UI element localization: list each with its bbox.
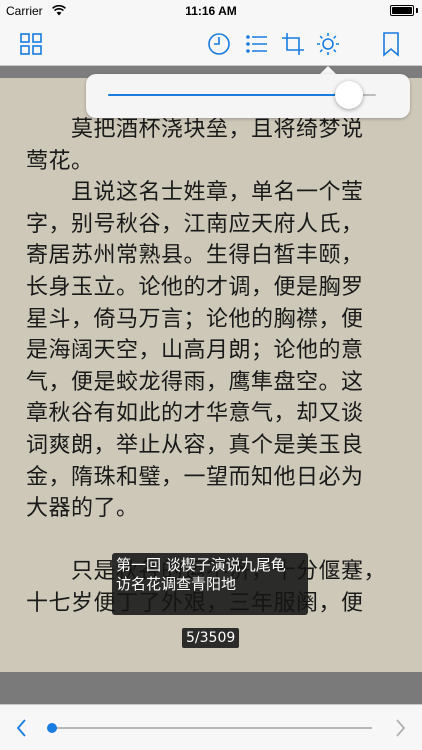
clock-time: 11:16 AM — [185, 4, 237, 18]
bottom-navigation-bar — [0, 704, 422, 750]
list-icon[interactable] — [244, 31, 270, 57]
page-number-badge: 5/3509 — [182, 628, 240, 648]
crop-icon[interactable] — [280, 31, 306, 57]
chapter-title-overlay: 第一回 谈楔子演说九尾龟 访名花调查青阳地 — [112, 553, 308, 615]
text-line: 是海阔天空，山高月朗；论他的意 — [26, 338, 364, 364]
status-bar: Carrier 11:16 AM — [0, 0, 422, 22]
text-line: 词爽朗，举止从容，真个是美玉良 — [26, 433, 364, 458]
text-line: 莺花。 — [26, 148, 94, 174]
chevron-left-icon[interactable] — [12, 717, 32, 739]
clock-icon[interactable] — [206, 31, 232, 57]
text-line: 且说这名士姓章，单名一个莹 — [26, 180, 364, 206]
text-line: 大器的了。 — [26, 496, 139, 522]
brightness-slider-thumb[interactable] — [335, 81, 364, 109]
page-progress-slider[interactable] — [47, 723, 372, 733]
brightness-popover — [86, 74, 410, 118]
battery-icon — [390, 5, 414, 16]
text-line: 莫把酒杯浇块垒，且将绮梦说 — [26, 117, 364, 142]
page-progress-thumb[interactable] — [47, 723, 57, 733]
brightness-slider[interactable] — [108, 81, 376, 109]
text-line: 章秋谷有如此的才华意气，却又谈 — [26, 401, 364, 427]
chapter-title-line2: 访名花调查青阳地 — [116, 575, 237, 593]
text-line: 气，便是蛟龙得雨，鹰隼盘空。这 — [26, 369, 364, 395]
text-line: 寄居苏州常熟县。生得白皙丰颐， — [26, 243, 364, 269]
battery-cap — [416, 8, 418, 13]
bottom-margin-band — [0, 672, 422, 704]
text-line: 长身玉立。论他的才调，便是胸罗 — [26, 275, 364, 300]
chapter-title-line1: 第一回 谈楔子演说九尾龟 — [116, 556, 286, 574]
text-line: 字，别号秋谷，江南应天府人氏， — [26, 211, 364, 237]
text-line: 金，隋珠和璧，一望而知他日必为 — [26, 464, 364, 490]
brightness-icon[interactable] — [315, 31, 341, 57]
text-line: 星斗，倚马万言；论他的胸襟，便 — [26, 306, 364, 332]
grid-icon[interactable] — [18, 31, 44, 57]
bookmark-icon[interactable] — [378, 31, 404, 57]
brightness-slider-fill — [108, 94, 350, 96]
chevron-right-icon[interactable] — [390, 717, 410, 739]
reader-toolbar — [0, 22, 422, 66]
